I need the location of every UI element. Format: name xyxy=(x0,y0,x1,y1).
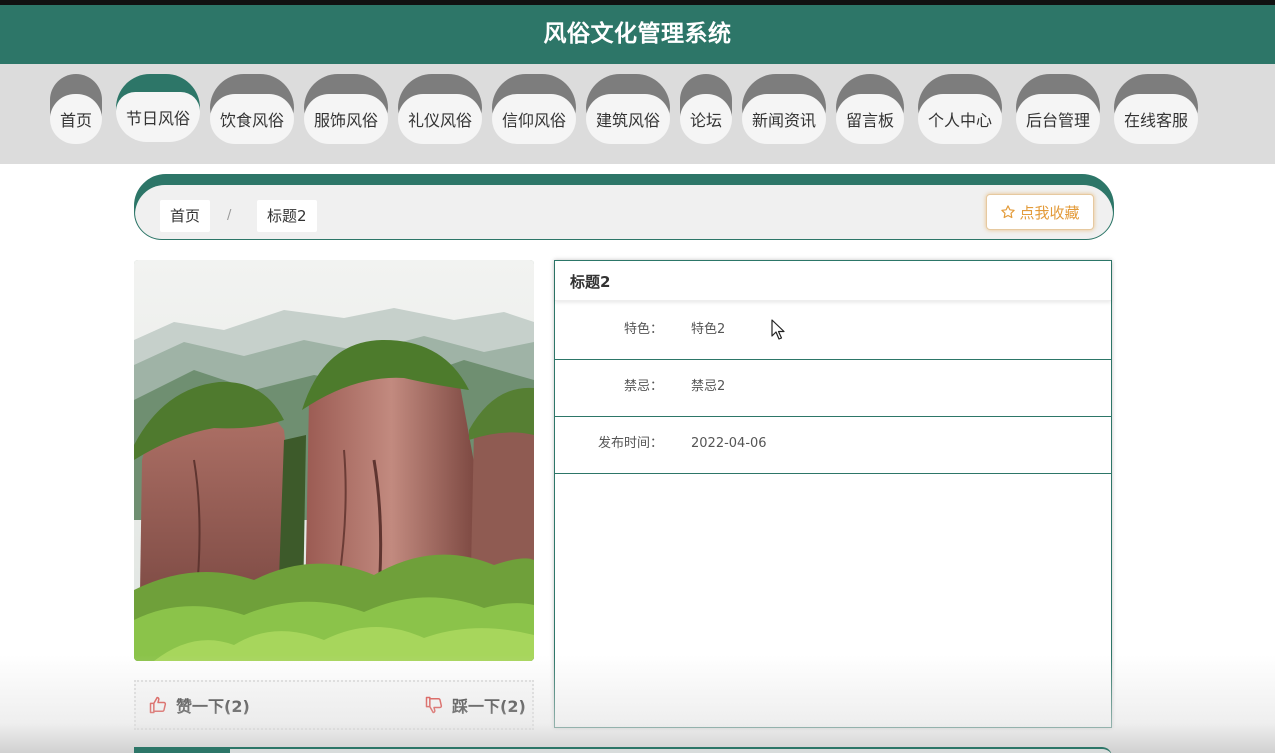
nav-item-online-service[interactable]: 在线客服 xyxy=(1114,74,1198,144)
nav-item-label: 饮食风俗 xyxy=(210,94,294,144)
next-section-tab xyxy=(134,747,230,753)
nav-item-clothing-customs[interactable]: 服饰风俗 xyxy=(304,74,388,144)
next-section-edge xyxy=(134,747,1112,753)
nav-item-festival-customs[interactable]: 节日风俗 xyxy=(116,74,200,144)
nav-item-etiquette-customs[interactable]: 礼仪风俗 xyxy=(398,74,482,144)
breadcrumb-current: 标题2 xyxy=(257,200,317,232)
dislike-label: 踩一下(2) xyxy=(452,697,526,716)
like-button[interactable]: 赞一下(2) xyxy=(148,692,250,718)
nav-item-news[interactable]: 新闻资讯 xyxy=(742,74,826,144)
nav-item-label: 新闻资讯 xyxy=(742,94,826,144)
detail-row-value: 2022-04-06 xyxy=(691,436,767,451)
vote-panel: 赞一下(2) 踩一下(2) xyxy=(134,680,534,730)
detail-row-label: 发布时间： xyxy=(597,436,663,451)
custom-photo xyxy=(134,260,534,661)
nav-item-belief-customs[interactable]: 信仰风俗 xyxy=(492,74,576,144)
mouse-cursor-icon xyxy=(771,319,785,340)
nav-item-label: 论坛 xyxy=(680,94,732,144)
site-title: 风俗文化管理系统 xyxy=(543,21,732,47)
nav-item-label: 服饰风俗 xyxy=(304,94,388,144)
detail-row-taboo: 禁忌： 禁忌2 xyxy=(555,359,1111,417)
thumbs-up-icon xyxy=(149,696,167,714)
nav-item-label: 信仰风俗 xyxy=(492,94,576,144)
nav-item-label: 在线客服 xyxy=(1114,94,1198,144)
detail-row-label: 禁忌： xyxy=(623,379,663,394)
detail-row-label: 特色： xyxy=(623,322,663,337)
breadcrumb: 首页 / 标题2 点我收藏 xyxy=(135,185,1113,239)
detail-row-publish-time: 发布时间： 2022-04-06 xyxy=(555,416,1111,474)
nav-item-personal-center[interactable]: 个人中心 xyxy=(918,74,1002,144)
collect-button[interactable]: 点我收藏 xyxy=(986,194,1094,230)
nav-item-architecture-customs[interactable]: 建筑风俗 xyxy=(586,74,670,144)
breadcrumb-home[interactable]: 首页 xyxy=(160,200,211,232)
app-root: 风俗文化管理系统 首页 节日风俗 饮食风俗 服饰风俗 礼仪风俗 信仰风俗 建筑风… xyxy=(0,0,1275,753)
breadcrumb-separator: / xyxy=(227,208,232,223)
landscape-image xyxy=(134,260,534,661)
nav-item-admin[interactable]: 后台管理 xyxy=(1016,74,1100,144)
detail-row-value: 禁忌2 xyxy=(691,379,726,394)
site-header: 风俗文化管理系统 xyxy=(0,5,1275,64)
nav-item-food-customs[interactable]: 饮食风俗 xyxy=(210,74,294,144)
nav-item-label: 后台管理 xyxy=(1016,94,1100,144)
collect-button-label: 点我收藏 xyxy=(1019,203,1080,222)
star-outline-icon xyxy=(1001,205,1016,219)
nav-item-home[interactable]: 首页 xyxy=(50,74,102,144)
breadcrumb-panel: 首页 / 标题2 点我收藏 xyxy=(134,174,1114,240)
detail-row-feature: 特色： 特色2 xyxy=(555,302,1111,360)
nav-item-label: 个人中心 xyxy=(918,94,1002,144)
nav-item-label: 节日风俗 xyxy=(116,92,200,142)
nav-item-label: 留言板 xyxy=(836,94,904,144)
dislike-button[interactable]: 踩一下(2) xyxy=(424,692,526,718)
detail-panel: 标题2 特色： 特色2 禁忌： 禁忌2 发布时间： 2022-04-06 xyxy=(554,260,1112,728)
nav-item-label: 首页 xyxy=(50,94,102,144)
detail-title: 标题2 xyxy=(555,261,1111,301)
detail-row-value: 特色2 xyxy=(691,322,726,337)
nav-item-label: 建筑风俗 xyxy=(586,94,670,144)
nav-item-label: 礼仪风俗 xyxy=(398,94,482,144)
like-label: 赞一下(2) xyxy=(176,697,250,716)
thumbs-down-icon xyxy=(425,696,443,714)
main-nav: 首页 节日风俗 饮食风俗 服饰风俗 礼仪风俗 信仰风俗 建筑风俗 论坛 新闻资讯… xyxy=(0,64,1275,164)
nav-item-message-board[interactable]: 留言板 xyxy=(836,74,904,144)
nav-item-forum[interactable]: 论坛 xyxy=(680,74,732,144)
